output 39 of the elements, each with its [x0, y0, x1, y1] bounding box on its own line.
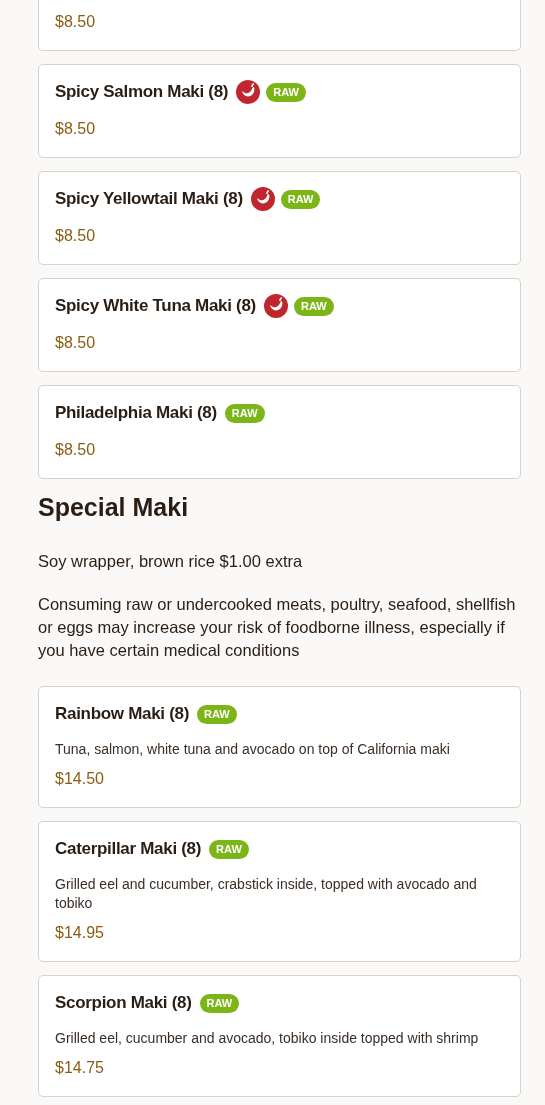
menu-item-card[interactable]: Spicy White Tuna Maki (8) RAW $8.50 — [38, 278, 521, 372]
item-name: Scorpion Maki (8) — [55, 993, 192, 1013]
raw-badge: RAW — [266, 82, 306, 102]
raw-badge: RAW — [280, 189, 321, 209]
menu-note: Consuming raw or undercooked meats, poultry, seafood, shellfish or eggs may increase your risk of foodborne illness, especially if you have certain medical conditions — [38, 594, 517, 661]
menu-item-card[interactable]: Caterpillar Maki (8) RAW Grilled eel and cucumber, crabstick inside, topped with avocado and tobiko $14.95 — [38, 821, 521, 962]
menu-item-card[interactable]: $8.50 — [38, 0, 521, 51]
menu-item-card[interactable]: Spicy Yellowtail Maki (8) RAW $8.50 — [38, 171, 521, 265]
item-description: Grilled eel and cucumber, crabstick inside, topped with avocado and tobiko — [55, 875, 478, 913]
raw-badge: RAW — [209, 839, 249, 859]
item-name: Spicy Salmon Maki (8) — [55, 82, 229, 102]
item-name: Philadelphia Maki (8) — [55, 403, 217, 423]
menu-item-card[interactable]: Spicy Salmon Maki (8) RAW $8.50 — [38, 64, 521, 158]
item-name: Spicy Yellowtail Maki (8) — [55, 189, 243, 209]
menu-item-card[interactable]: Rainbow Maki (8) RAW Tuna, salmon, white tuna and avocado on top of California maki $14.50 — [38, 686, 521, 808]
menu-note: Soy wrapper, brown rice $1.00 extra — [38, 551, 304, 572]
item-price: $14.75 — [55, 1058, 105, 1078]
raw-badge: RAW — [224, 403, 265, 423]
item-name: Caterpillar Maki (8) — [55, 839, 202, 859]
raw-badge: RAW — [199, 993, 240, 1013]
item-name: Rainbow Maki (8) — [55, 704, 190, 724]
chili-pepper-icon — [263, 294, 288, 318]
chili-pepper-icon — [250, 187, 275, 211]
menu-item-card[interactable]: Scorpion Maki (8) RAW Grilled eel, cucumber and avocado, tobiko inside topped with shrimp $14.75 — [38, 975, 521, 1097]
item-description: Tuna, salmon, white tuna and avocado on top of California maki — [55, 740, 451, 759]
chili-pepper-icon — [236, 80, 261, 104]
item-price: $8.50 — [55, 226, 97, 246]
item-price: $14.95 — [55, 923, 105, 943]
menu-item-card[interactable]: Philadelphia Maki (8) RAW $8.50 — [38, 385, 521, 479]
item-price: $8.50 — [55, 119, 97, 139]
item-price: $8.50 — [55, 333, 97, 353]
item-name: Spicy White Tuna Maki (8) — [55, 296, 256, 316]
section-heading: Special Maki — [38, 493, 190, 522]
raw-badge: RAW — [197, 704, 237, 724]
item-price: $8.50 — [55, 440, 97, 460]
item-price: $14.50 — [55, 769, 105, 789]
raw-badge: RAW — [293, 296, 334, 316]
item-price: $8.50 — [55, 12, 97, 32]
item-description: Grilled eel, cucumber and avocado, tobiko inside topped with shrimp — [55, 1029, 480, 1048]
